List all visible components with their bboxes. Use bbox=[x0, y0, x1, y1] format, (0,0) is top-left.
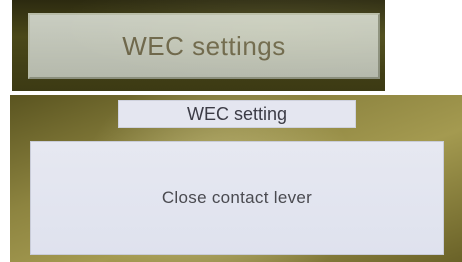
screen-title-bar: WEC setting bbox=[118, 100, 356, 128]
photo-collage: WEC settings WEC setting Close contact l… bbox=[0, 0, 462, 262]
top-device-display: WEC settings bbox=[12, 0, 385, 91]
wec-settings-button-label: WEC settings bbox=[122, 30, 286, 61]
message-text: Close contact lever bbox=[161, 188, 313, 207]
message-panel: Close contact lever bbox=[30, 141, 444, 255]
wec-settings-button[interactable]: WEC settings bbox=[28, 13, 380, 79]
bottom-device-display: WEC setting Close contact lever bbox=[10, 95, 462, 262]
screen-title: WEC setting bbox=[186, 103, 288, 124]
